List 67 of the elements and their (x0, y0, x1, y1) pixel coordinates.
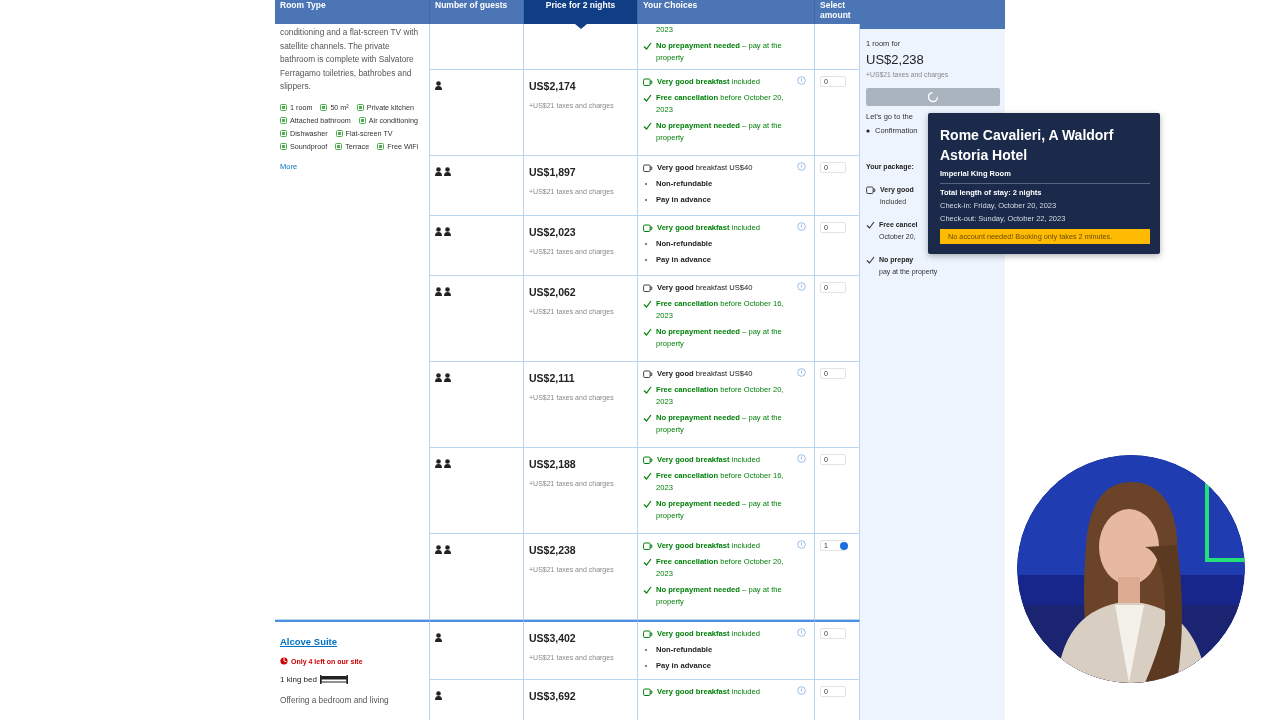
cup-icon (643, 284, 653, 293)
bed-type: 1 king bed (280, 675, 317, 684)
cup-icon (643, 542, 653, 551)
check-icon (643, 472, 652, 480)
check-icon (643, 122, 652, 130)
reserve-button[interactable] (866, 88, 1000, 106)
room-price: US$2,023 (529, 226, 576, 238)
two-persons-icon (435, 459, 452, 468)
info-icon (797, 162, 806, 171)
check-icon (643, 328, 652, 336)
two-persons-icon (435, 545, 452, 554)
info-icon (797, 76, 806, 85)
cup-icon (866, 186, 876, 195)
hotel-name: Rome Cavalieri, A Waldorf Astoria Hotel (940, 126, 1115, 165)
info-icon (797, 282, 806, 291)
room-price: US$2,174 (529, 80, 576, 92)
room-name-link[interactable]: Alcove Suite (280, 636, 338, 647)
check-icon (643, 414, 652, 422)
info-icon (797, 368, 806, 377)
check-icon (643, 586, 652, 594)
room-price: US$2,238 (529, 544, 576, 556)
room-price: US$2,062 (529, 286, 576, 298)
check-icon (866, 221, 875, 229)
bed-icon (319, 675, 348, 684)
column-header: Your Choices (638, 0, 815, 24)
info-icon (797, 628, 806, 637)
cup-icon (643, 224, 653, 233)
column-header: Select amount (815, 0, 860, 24)
bullet-icon (866, 128, 870, 133)
room-price: US$2,188 (529, 458, 576, 470)
person-icon (435, 81, 443, 90)
two-persons-icon (435, 373, 452, 382)
cup-icon (643, 456, 653, 465)
check-icon (866, 256, 875, 264)
column-header: Number of guests (430, 0, 524, 24)
person-icon (435, 633, 443, 642)
room-price: US$3,402 (529, 632, 576, 644)
room-price: US$1,897 (529, 166, 576, 178)
cup-icon (643, 78, 653, 87)
check-icon (643, 94, 652, 102)
total-price: US$2,238 (866, 52, 924, 67)
amenity-icon (320, 103, 328, 111)
check-icon (643, 500, 652, 508)
amenity-icon (377, 142, 385, 150)
room-description: Offering a bedroom and living (280, 694, 390, 707)
two-persons-icon (435, 227, 452, 236)
two-persons-icon (435, 287, 452, 296)
info-icon (797, 540, 806, 549)
cup-icon (643, 370, 653, 379)
check-icon (643, 42, 652, 50)
check-icon (643, 300, 652, 308)
info-icon (797, 222, 806, 231)
room-price: US$3,692 (529, 690, 576, 702)
info-icon (797, 454, 806, 463)
person-icon (435, 691, 443, 700)
check-icon (643, 386, 652, 394)
cup-icon (643, 688, 653, 697)
check-icon (643, 558, 652, 566)
room-price: US$2,111 (529, 372, 575, 384)
column-header: Room Type (275, 0, 430, 24)
two-persons-icon (435, 167, 452, 176)
cup-icon (643, 164, 653, 173)
alert-icon (280, 657, 288, 665)
room-description: conditioning and a flat-screen TV with satellite channels. The private bathroom is complete with Salvatore Ferragamo toiletries, bathrobes and slippers. (280, 26, 420, 93)
info-icon (797, 686, 806, 695)
spinner-icon (927, 91, 939, 103)
cup-icon (643, 630, 653, 639)
